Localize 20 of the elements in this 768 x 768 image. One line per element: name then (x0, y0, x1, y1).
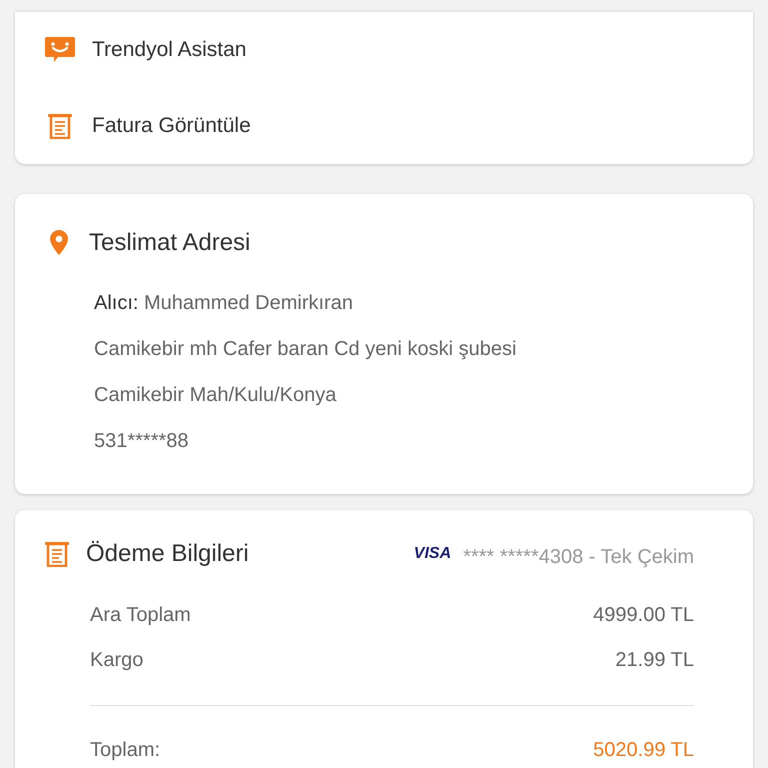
section-title: Ödeme Bilgileri (86, 540, 250, 568)
phone-number: 531*****88 (94, 430, 189, 452)
receipt-icon (44, 541, 70, 567)
menu-item[interactable]: Trendyol Asistan (92, 38, 246, 62)
section-title: Teslimat Adresi (89, 229, 250, 257)
location-pin-icon (49, 230, 69, 256)
menu-item[interactable]: Fatura Görüntüle (92, 114, 251, 138)
card-brand-logo: VISA (414, 545, 452, 563)
price-value: 4999.00 TL (593, 604, 694, 627)
chat-smile-icon (45, 37, 75, 63)
address-line: Camikebir Mah/Kulu/Konya (94, 384, 336, 406)
price-label: Kargo (90, 649, 144, 672)
price-value: 21.99 TL (615, 649, 694, 672)
address-line: Camikebir mh Cafer baran Cd yeni koski şubesi (94, 338, 516, 360)
recipient-text: Alıcı: Muhammed Demirkıran (94, 292, 353, 314)
price-label: Ara Toplam (90, 604, 191, 627)
receipt-icon (47, 113, 73, 139)
total-amount: 5020.99 TL (593, 739, 694, 762)
total-label: Toplam: (90, 739, 160, 762)
card-info: **** *****4308 - Tek Çekim (463, 546, 694, 568)
